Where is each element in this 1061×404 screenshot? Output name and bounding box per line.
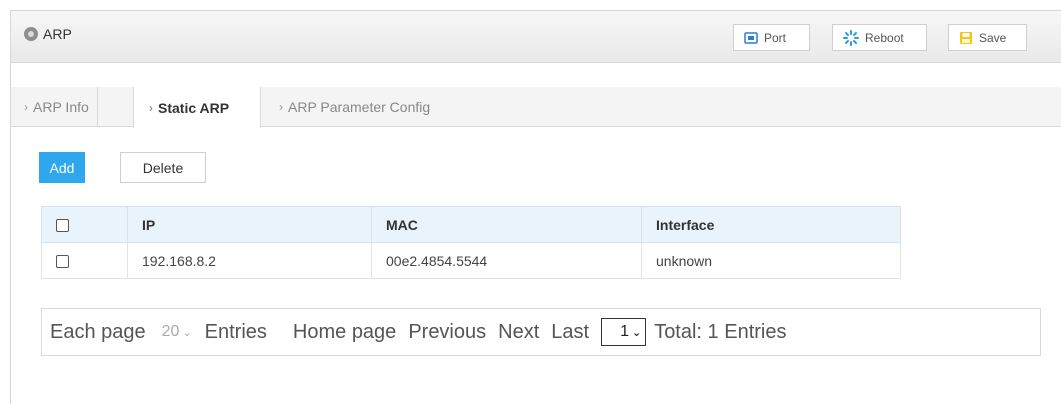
arp-panel: ARP Port Reboot Save › ARP Info › Static… bbox=[10, 10, 1061, 404]
select-all-checkbox[interactable] bbox=[56, 219, 69, 233]
previous-link[interactable]: Previous bbox=[408, 321, 486, 344]
next-link[interactable]: Next bbox=[498, 321, 539, 344]
page-select[interactable]: 1 ⌄ bbox=[601, 318, 647, 346]
static-arp-table: IP MAC Interface 192.168.8.2 00e2.4854.5… bbox=[41, 206, 901, 279]
cell-interface: unknown bbox=[641, 242, 901, 279]
chevron-down-icon: ⌄ bbox=[182, 326, 192, 339]
entries-per-page-select[interactable]: 20 ⌄ bbox=[158, 318, 196, 346]
tab-static-arp[interactable]: › Static ARP bbox=[133, 87, 261, 128]
last-link[interactable]: Last bbox=[551, 321, 589, 344]
page-value: 1 bbox=[620, 323, 629, 340]
select-all-cell bbox=[41, 206, 128, 243]
cell-mac: 00e2.4854.5544 bbox=[371, 242, 642, 279]
page-title: ARP bbox=[43, 26, 72, 42]
reboot-button[interactable]: Reboot bbox=[832, 24, 927, 51]
save-button[interactable]: Save bbox=[948, 24, 1027, 51]
row-select-cell bbox=[41, 242, 128, 279]
column-header-mac[interactable]: MAC bbox=[371, 206, 642, 243]
add-button[interactable]: Add bbox=[39, 152, 85, 183]
circle-icon bbox=[24, 27, 38, 41]
delete-button[interactable]: Delete bbox=[120, 152, 206, 183]
row-checkbox[interactable] bbox=[56, 255, 69, 269]
chevron-down-icon: ⌄ bbox=[631, 326, 642, 339]
title-bar: ARP Port Reboot Save bbox=[11, 11, 1061, 63]
tab-arp-parameter-config[interactable]: › ARP Parameter Config bbox=[279, 87, 430, 127]
tab-bar: › ARP Info › Static ARP › ARP Parameter … bbox=[11, 87, 1061, 128]
port-button[interactable]: Port bbox=[733, 24, 810, 51]
column-header-ip[interactable]: IP bbox=[127, 206, 372, 243]
chevron-right-icon: › bbox=[279, 100, 283, 114]
home-page-link[interactable]: Home page bbox=[293, 321, 396, 344]
port-label: Port bbox=[764, 30, 787, 45]
tab-arp-info[interactable]: › ARP Info bbox=[24, 87, 98, 127]
tab-label: ARP Parameter Config bbox=[288, 99, 431, 115]
table-row: 192.168.8.2 00e2.4854.5544 unknown bbox=[41, 242, 901, 279]
chevron-right-icon: › bbox=[24, 100, 28, 114]
chevron-right-icon: › bbox=[149, 100, 153, 115]
port-icon bbox=[744, 31, 758, 44]
reboot-icon bbox=[843, 29, 859, 46]
each-page-label: Each page bbox=[50, 320, 146, 343]
per-page-value: 20 bbox=[161, 323, 180, 340]
entries-label: Entries bbox=[204, 320, 267, 343]
pagination-bar: Each page 20 ⌄ Entries Home page Previou… bbox=[41, 308, 1041, 356]
save-label: Save bbox=[979, 30, 1007, 45]
column-header-interface[interactable]: Interface bbox=[641, 206, 901, 243]
tab-label: ARP Info bbox=[33, 99, 89, 115]
table-header-row: IP MAC Interface bbox=[41, 206, 901, 243]
tab-label: Static ARP bbox=[158, 99, 230, 116]
cell-ip: 192.168.8.2 bbox=[127, 242, 372, 279]
total-entries: Total: 1 Entries bbox=[654, 320, 787, 343]
reboot-label: Reboot bbox=[865, 30, 904, 45]
save-icon bbox=[960, 31, 972, 44]
